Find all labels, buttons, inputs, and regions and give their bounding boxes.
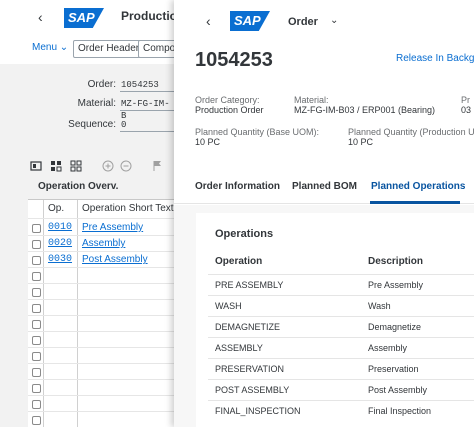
row-select-checkbox[interactable] bbox=[32, 368, 41, 377]
grid-icon[interactable] bbox=[50, 160, 62, 175]
tab-order-information[interactable]: Order Information bbox=[195, 181, 280, 192]
row-select-checkbox[interactable] bbox=[32, 288, 41, 297]
material-value: MZ-FG-IM-B03 / ERP001 (Bearing) bbox=[294, 105, 436, 115]
column-header-op[interactable]: Op. bbox=[48, 203, 64, 214]
sequence-field[interactable]: 0 bbox=[120, 119, 174, 132]
description-cell: Final Inspection bbox=[368, 406, 432, 416]
table-row[interactable]: PRESERVATION Preservation bbox=[208, 358, 474, 379]
row-select-checkbox[interactable] bbox=[32, 416, 41, 425]
operation-text-link[interactable]: Assembly bbox=[82, 238, 125, 249]
operation-number-link[interactable]: 0020 bbox=[48, 238, 72, 249]
order-number-title: 1054253 bbox=[195, 49, 273, 71]
menu-button[interactable]: Menu ⌄ bbox=[32, 40, 68, 58]
row-select-checkbox[interactable] bbox=[32, 400, 41, 409]
tab-bar: Order Information Planned BOM Planned Op… bbox=[174, 172, 474, 204]
back-icon[interactable]: ‹ bbox=[38, 9, 43, 25]
planned-quantity-production-value: 10 PC bbox=[348, 137, 374, 147]
sap-logo: SAP bbox=[64, 8, 104, 28]
truncated-attribute-value: 03 bbox=[461, 105, 472, 115]
operation-cell: DEMAGNETIZE bbox=[215, 322, 281, 332]
order-field[interactable]: 1054253 bbox=[120, 79, 174, 92]
row-select-checkbox[interactable] bbox=[32, 384, 41, 393]
tab-planned-bom[interactable]: Planned BOM bbox=[292, 181, 357, 192]
row-select-checkbox[interactable] bbox=[32, 352, 41, 361]
planned-quantity-base-value: 10 PC bbox=[195, 137, 221, 147]
add-icon[interactable] bbox=[102, 160, 114, 175]
chevron-down-icon: ⌄ bbox=[59, 42, 69, 53]
description-cell: Assembly bbox=[368, 343, 408, 353]
shell-bar: ‹ SAP Order ⌄ bbox=[174, 0, 474, 42]
sequence-field-label: Sequence: bbox=[68, 119, 116, 130]
planned-quantity-base-label: Planned Quantity (Base UOM): bbox=[195, 127, 320, 137]
operation-number-link[interactable]: 0010 bbox=[48, 222, 72, 233]
tab-planned-operations[interactable]: Planned Operations bbox=[371, 181, 465, 192]
order-category-label: Order Category: bbox=[195, 95, 260, 105]
row-select-checkbox[interactable] bbox=[32, 256, 41, 265]
details-icon[interactable] bbox=[30, 160, 42, 175]
operation-number-link[interactable]: 0030 bbox=[48, 254, 72, 265]
operation-cell: ASSEMBLY bbox=[215, 343, 263, 353]
chevron-down-icon[interactable]: ⌄ bbox=[330, 15, 338, 26]
sap-logo[interactable]: SAP bbox=[230, 11, 270, 31]
material-field-label: Material: bbox=[77, 98, 116, 109]
table-row[interactable]: PRE ASSEMBLY Pre Assembly bbox=[208, 274, 474, 295]
menu-label: Menu bbox=[32, 42, 58, 53]
operations-card: Operations Operation Description PRE ASS… bbox=[196, 213, 474, 427]
planned-quantity-production-label: Planned Quantity (Production U bbox=[348, 127, 474, 137]
order-header-button[interactable]: Order Header bbox=[73, 40, 145, 58]
order-detail-panel: ‹ SAP Order ⌄ 1054253 Release In Backgro… bbox=[174, 0, 474, 427]
row-select-checkbox[interactable] bbox=[32, 336, 41, 345]
truncated-attribute-label: Pr bbox=[461, 95, 470, 105]
release-in-background-button[interactable]: Release In Backgro bbox=[396, 53, 474, 64]
operation-text-link[interactable]: Pre Assembly bbox=[82, 222, 143, 233]
back-icon[interactable]: ‹ bbox=[206, 13, 211, 29]
table-row[interactable]: FINAL_INSPECTION Final Inspection bbox=[208, 400, 474, 421]
row-select-checkbox[interactable] bbox=[32, 224, 41, 233]
operation-overview-title: Operation Overv. bbox=[38, 181, 119, 192]
description-cell: Pre Assembly bbox=[368, 280, 424, 290]
operation-cell: POST ASSEMBLY bbox=[215, 385, 290, 395]
column-header-short-text[interactable]: Operation Short Text bbox=[82, 203, 174, 214]
operation-cell: WASH bbox=[215, 301, 242, 311]
operation-cell: PRESERVATION bbox=[215, 364, 285, 374]
order-field-label: Order: bbox=[87, 79, 116, 90]
table-row[interactable]: WASH Wash bbox=[208, 295, 474, 316]
tab-content-area: Operations Operation Description PRE ASS… bbox=[174, 205, 474, 427]
description-cell: Wash bbox=[368, 301, 391, 311]
order-category-value: Production Order bbox=[195, 105, 264, 115]
column-header-description[interactable]: Description bbox=[368, 256, 423, 267]
operation-cell: FINAL_INSPECTION bbox=[215, 406, 301, 416]
material-field[interactable]: MZ-FG-IM-B bbox=[120, 98, 174, 121]
active-tab-indicator bbox=[370, 201, 460, 204]
row-select-checkbox[interactable] bbox=[32, 320, 41, 329]
layout-icon[interactable] bbox=[70, 160, 82, 175]
table-row[interactable]: POST ASSEMBLY Post Assembly bbox=[208, 379, 474, 400]
remove-icon[interactable] bbox=[120, 160, 132, 175]
row-select-checkbox[interactable] bbox=[32, 304, 41, 313]
table-row[interactable]: ASSEMBLY Assembly bbox=[208, 337, 474, 358]
operation-text-link[interactable]: Post Assembly bbox=[82, 254, 148, 265]
row-select-checkbox[interactable] bbox=[32, 240, 41, 249]
column-header-operation[interactable]: Operation bbox=[215, 256, 262, 267]
flag-icon[interactable] bbox=[152, 160, 164, 175]
material-label: Material: bbox=[294, 95, 329, 105]
row-select-checkbox[interactable] bbox=[32, 272, 41, 281]
table-row[interactable]: DEMAGNETIZE Demagnetize bbox=[208, 316, 474, 337]
app-title-menu[interactable]: Order bbox=[288, 16, 318, 28]
description-cell: Post Assembly bbox=[368, 385, 428, 395]
operation-cell: PRE ASSEMBLY bbox=[215, 280, 284, 290]
description-cell: Demagnetize bbox=[368, 322, 422, 332]
operations-table-title: Operations bbox=[215, 228, 274, 240]
description-cell: Preservation bbox=[368, 364, 419, 374]
